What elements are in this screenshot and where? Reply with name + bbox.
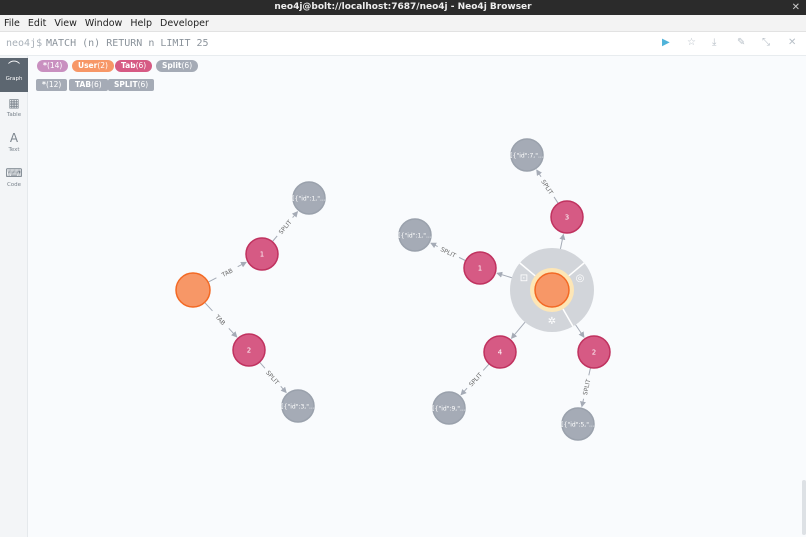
node-caption: [{"id":9,"... (432, 406, 465, 413)
expand-icon[interactable]: ✲ (548, 316, 556, 327)
node-caption: 2 (247, 347, 251, 355)
node-caption: [{"id":1,"... (398, 233, 431, 240)
node-caption: [{"id":3,"... (281, 404, 314, 411)
node-caption: 2 (592, 349, 596, 357)
node-caption: [{"id":7,"... (510, 153, 543, 160)
eye-off-icon[interactable]: ◎ (576, 273, 585, 284)
relationship-u2-t5[interactable] (510, 321, 526, 339)
node-user-u2[interactable] (534, 272, 570, 308)
relationship-u2-t4[interactable] (496, 271, 512, 279)
node-caption: 1 (260, 251, 264, 259)
node-caption: [{"id":5,"... (561, 422, 594, 429)
graph-canvas[interactable]: ⊡ ◎✲TABTABSPLITSPLITSPLITSPLITSPLIT SPLIT1… (0, 0, 806, 537)
node-caption: 4 (498, 349, 503, 357)
node-caption: [{"id":1,"... (292, 196, 325, 203)
relationship-label: SPLIT (439, 246, 457, 260)
node-user-u1[interactable] (175, 272, 211, 308)
relationship-u2-t3[interactable] (559, 233, 566, 249)
scrollbar[interactable] (802, 480, 806, 535)
relationship-u2-t6[interactable] (575, 324, 585, 338)
node-caption: 3 (565, 214, 569, 222)
node-caption: 1 (478, 265, 482, 273)
lock-icon[interactable]: ⊡ (520, 273, 528, 284)
